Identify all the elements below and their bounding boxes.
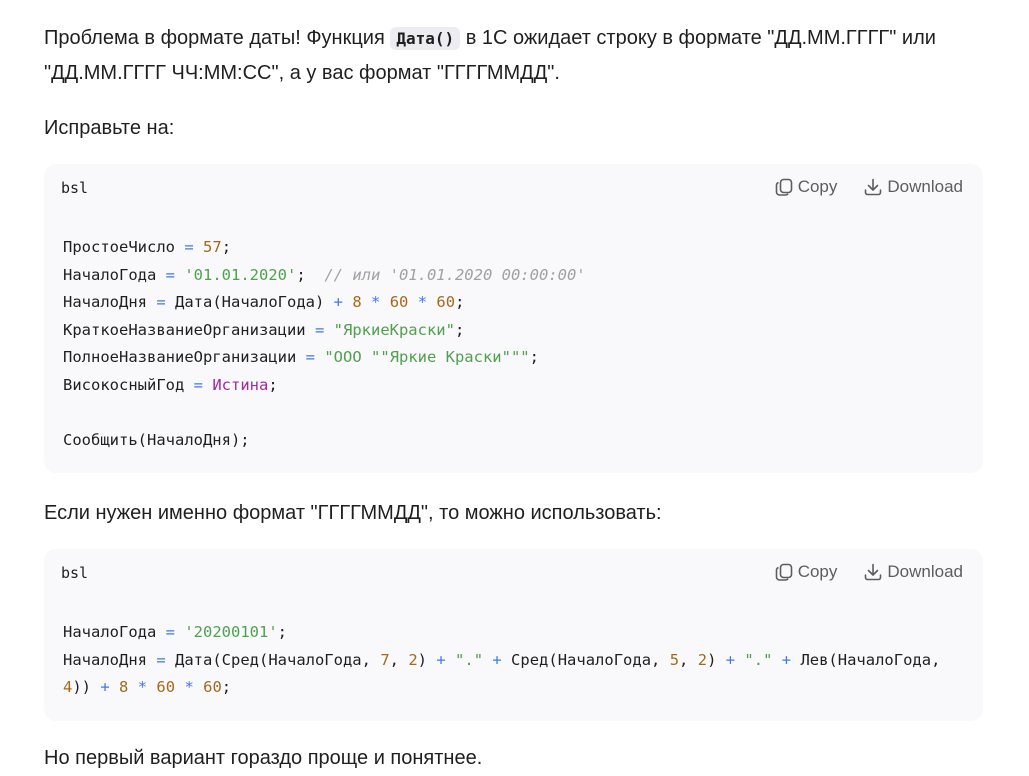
code-language-label: bsl [61, 564, 89, 582]
copy-label: Copy [797, 562, 838, 581]
code-line: 4)) + 8 * 60 * 60; [63, 678, 232, 696]
download-button[interactable]: Download [863, 177, 963, 197]
code-content: НачалоГода = '20200101'; НачалоДня = Дата… [63, 619, 963, 702]
code-line: НачалоГода = '01.01.2020'; // или '01.01… [63, 265, 586, 284]
code-line: НачалоДня = Дата(Сред(НачалоГода, 7, 2) … [63, 650, 941, 669]
code-line: ПростоеЧисло = 57; [63, 238, 232, 256]
code-line: НачалоДня = Дата(НачалоГода) + 8 * 60 * … [63, 293, 465, 311]
copy-button[interactable]: Copy [774, 177, 838, 197]
explanation-paragraph: Проблема в формате даты! Функция Дата() … [44, 21, 989, 91]
download-label: Download [887, 562, 963, 581]
conclusion-paragraph: Но первый вариант гораздо проще и понятн… [44, 747, 483, 769]
download-icon [865, 563, 882, 581]
download-label: Download [887, 177, 963, 196]
copy-label: Copy [797, 177, 838, 196]
code-line: НачалоГода = '20200101'; [63, 623, 288, 641]
code-language-label: bsl [61, 179, 89, 197]
copy-button[interactable]: Copy [774, 562, 838, 582]
code-actions: Copy Download [774, 562, 963, 582]
code-block-1: bsl Copy Download ПростоеЧисло = 57; Нача… [44, 164, 983, 473]
copy-icon [775, 178, 793, 196]
fix-heading-paragraph: Исправьте на: [44, 117, 175, 139]
code-actions: Copy Download [774, 177, 963, 197]
alternative-paragraph: Если нужен именно формат "ГГГГММДД", то … [44, 502, 662, 524]
code-block-2: bsl Copy Download НачалоГода = '20200101… [44, 549, 983, 721]
copy-icon [775, 563, 793, 581]
code-line: Сообщить(НачалоДня); [63, 430, 250, 449]
download-button[interactable]: Download [863, 562, 963, 582]
inline-code: Дата() [390, 27, 461, 50]
code-content: ПростоеЧисло = 57; НачалоГода = '01.01.20… [63, 234, 963, 454]
download-icon [865, 178, 882, 196]
paragraph-text: Проблема в формате даты! Функция [44, 27, 391, 49]
code-line: ПолноеНазваниеОрганизации = "ООО ""Яркие… [63, 348, 539, 366]
code-line: КраткоеНазваниеОрганизации = "ЯркиеКраск… [63, 320, 465, 339]
code-line: ВисокосныйГод = Истина; [63, 375, 278, 394]
